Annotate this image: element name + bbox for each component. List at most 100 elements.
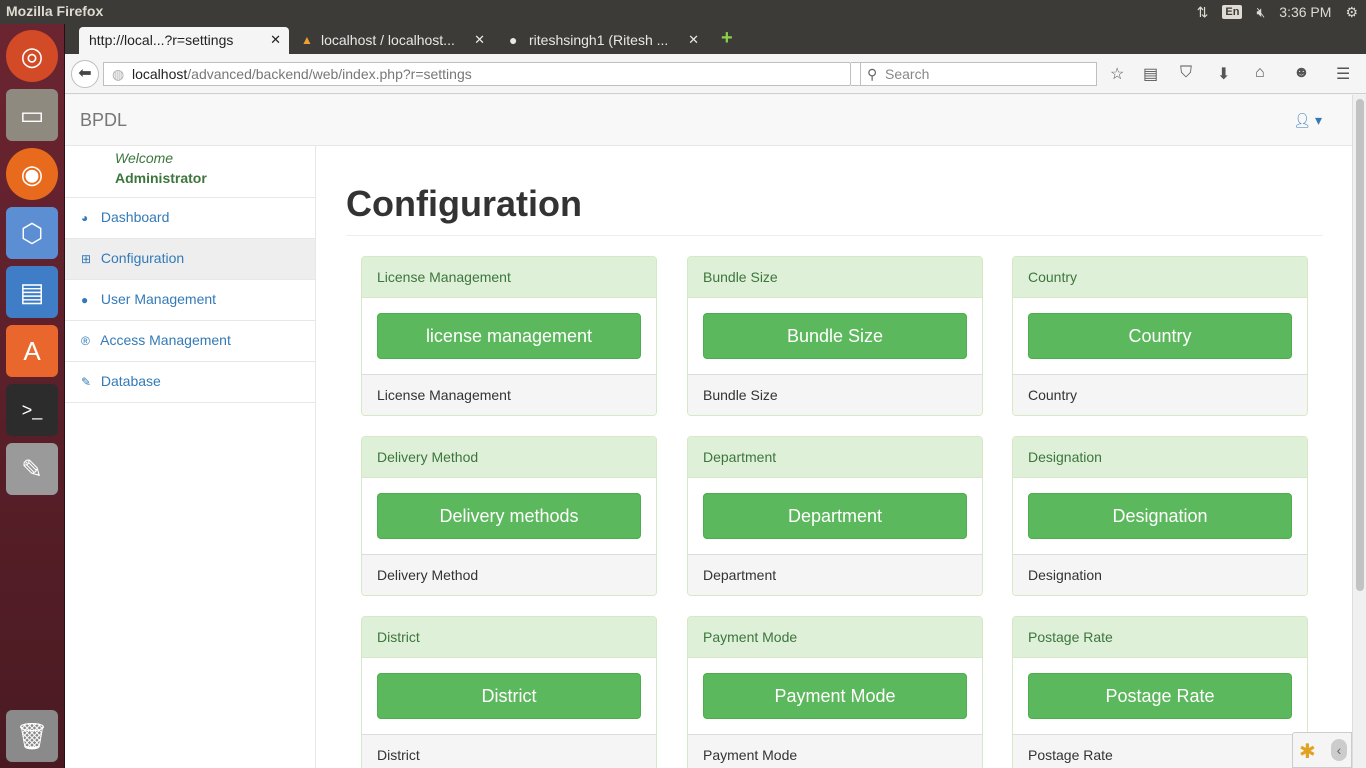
country-button[interactable]: Country [1028,313,1292,359]
ubuntu-dash-icon[interactable]: ◎ [6,30,58,82]
site-info-icon[interactable]: ◍ [112,66,124,83]
panel-heading: Country [1013,257,1307,298]
unity-launcher: ◎ ▭ ◉ ⬡ ▤ A >_ ✎ 🗑︎ [0,24,65,768]
table-icon: ⊞ [81,252,92,266]
browser-tab-bar: http://local...?r=settings ✕ ▲ localhost… [65,24,1366,54]
yii-logo-icon: ✱ [1299,741,1316,763]
caret-down-icon: ▾ [1314,112,1322,128]
sidebar-item-user-management[interactable]: ● User Management [65,279,315,320]
panel-footer: Delivery Method [362,554,656,595]
pocket-icon[interactable]: ⛉ [1180,64,1192,82]
sidebar-item-database[interactable]: ✎ Database [65,361,315,403]
menu-icon[interactable]: ☰ [1336,64,1350,84]
clock[interactable]: 3:36 PM [1279,4,1331,20]
dashboard-icon: ◕ [81,211,89,225]
sidebar-item-dashboard[interactable]: ◕ Dashboard [65,197,315,238]
panel-heading: Bundle Size [688,257,982,298]
title-divider [346,235,1323,236]
downloads-icon[interactable]: ⬇ [1217,64,1230,84]
panel-payment-mode: Payment Mode Payment Mode Payment Mode [687,616,983,768]
yii-debug-toolbar-toggle[interactable]: ✱ ‹ [1292,732,1352,768]
panel-postage-rate: Postage Rate Postage Rate Postage Rate [1012,616,1308,768]
volume-muted-icon[interactable]: 🔇︎ [1256,4,1265,21]
bundle-size-button[interactable]: Bundle Size [703,313,967,359]
web-page: BPDL 👤︎ ▾ Welcome Administrator ◕ Dashbo… [65,95,1352,768]
chat-icon[interactable]: ☻ [1293,64,1310,82]
search-placeholder: Search [885,66,930,82]
sidebar-item-label: User Management [100,291,217,307]
url-path: /advanced/backend/web/index.php?r=settin… [187,66,472,82]
tab-phpmyadmin[interactable]: ▲ localhost / localhost... ✕ [293,27,493,54]
settings-gear-icon[interactable]: ⚙ [1345,4,1358,21]
trash-icon[interactable]: 🗑︎ [6,710,58,762]
panel-footer: Postage Rate [1013,734,1307,768]
panel-bundle-size: Bundle Size Bundle Size Bundle Size [687,256,983,416]
scrollbar-thumb[interactable] [1356,99,1364,591]
panel-heading: Payment Mode [688,617,982,658]
delivery-methods-button[interactable]: Delivery methods [377,493,641,539]
panel-footer: Payment Mode [688,734,982,768]
panel-footer: Bundle Size [688,374,982,415]
username: Administrator [115,170,207,186]
url-host: localhost [132,66,188,82]
firefox-icon[interactable]: ◉ [6,148,58,200]
tab-label: localhost / localhost... [321,32,455,48]
panel-heading: License Management [362,257,656,298]
sidebar-item-label: Dashboard [100,209,170,225]
panel-footer: License Management [362,374,656,415]
user-icon: 👤︎ [1293,112,1312,128]
tab-label: http://local...?r=settings [89,32,234,48]
tab-github[interactable]: ● riteshsingh1 (Ritesh ... ✕ [501,27,707,54]
payment-mode-button[interactable]: Payment Mode [703,673,967,719]
postage-rate-button[interactable]: Postage Rate [1028,673,1292,719]
sidebar-item-access-management[interactable]: ® Access Management [65,320,315,361]
reading-list-icon[interactable]: ▤ [1143,64,1158,84]
keyboard-layout-indicator[interactable]: En [1222,5,1243,19]
department-button[interactable]: Department [703,493,967,539]
chevron-left-icon[interactable]: ‹ [1331,739,1347,761]
panel-heading: Delivery Method [362,437,656,478]
network-icon[interactable]: ⇅ [1197,4,1209,21]
close-tab-icon[interactable]: ✕ [270,32,281,48]
panel-designation: Designation Designation Designation [1012,436,1308,596]
edit-icon: ✎ [81,375,92,389]
bookmark-star-icon[interactable]: ☆ [1110,64,1124,84]
sidebar-item-configuration[interactable]: ⊞ Configuration [65,238,315,279]
panel-footer: District [362,734,656,768]
terminal-icon[interactable]: >_ [6,384,58,436]
back-button[interactable]: ⬅ [71,60,99,88]
user-menu-dropdown[interactable]: 👤︎ ▾ [1293,112,1322,129]
panel-district: District District District [361,616,657,768]
tab-settings[interactable]: http://local...?r=settings ✕ [79,27,289,54]
search-input[interactable]: ⚲ Search [860,62,1097,86]
text-editor-icon[interactable]: ✎ [6,443,58,495]
panel-heading: Designation [1013,437,1307,478]
close-tab-icon[interactable]: ✕ [688,32,699,48]
sidebar: Welcome Administrator ◕ Dashboard ⊞ Conf… [65,146,316,768]
panel-footer: Department [688,554,982,595]
close-tab-icon[interactable]: ✕ [474,32,485,48]
welcome-text: Welcome [115,150,174,166]
files-icon[interactable]: ▭ [6,89,58,141]
home-icon[interactable]: ⌂ [1255,64,1265,82]
github-favicon-icon: ● [509,32,518,48]
new-tab-button[interactable]: + [715,27,745,54]
panel-department: Department Department Department [687,436,983,596]
registered-icon: ® [81,334,90,348]
welcome-block: Welcome Administrator [115,148,207,188]
district-button[interactable]: District [377,673,641,719]
license-management-button[interactable]: license management [377,313,641,359]
brand-link[interactable]: BPDL [80,110,127,131]
libreoffice-writer-icon[interactable]: ▤ [6,266,58,318]
os-top-bar: Mozilla Firefox ⇅ En 🔇︎ 3:36 PM ⚙ [0,0,1366,24]
panel-footer: Designation [1013,554,1307,595]
designation-button[interactable]: Designation [1028,493,1292,539]
panel-country: Country Country Country [1012,256,1308,416]
virtualbox-icon[interactable]: ⬡ [6,207,58,259]
window-title: Mozilla Firefox [6,3,104,19]
panel-heading: District [362,617,656,658]
software-center-icon[interactable]: A [6,325,58,377]
page-scrollbar[interactable] [1352,95,1366,768]
address-bar[interactable]: ◍ localhost/advanced/backend/web/index.p… [103,62,851,86]
search-icon: ⚲ [867,66,878,82]
